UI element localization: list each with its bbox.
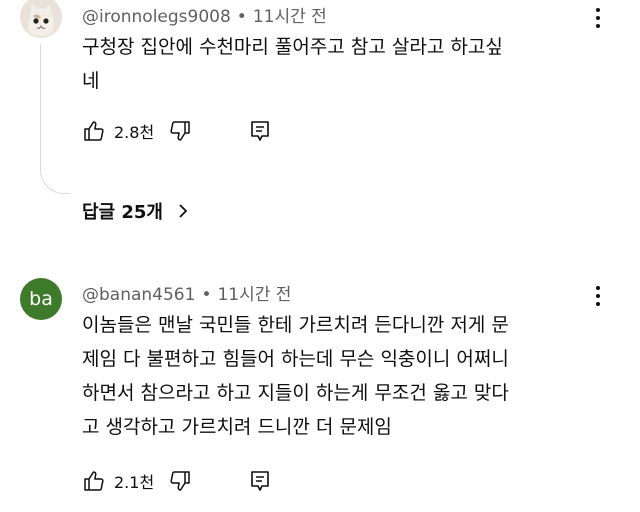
replies-count-label: 답글 25개 bbox=[82, 202, 163, 223]
dislike-button[interactable] bbox=[168, 119, 192, 143]
dislike-button[interactable] bbox=[168, 469, 192, 493]
thumbs-down-icon bbox=[170, 471, 190, 491]
comment-item: @ironnolegs9008 • 11시간 전 구청장 집안에 수천마리 풀어주고… bbox=[0, 0, 640, 245]
like-count: 2.8천 bbox=[114, 123, 155, 142]
meta-separator: • bbox=[201, 285, 212, 305]
comment-username[interactable]: @banan4561 bbox=[82, 285, 195, 305]
comment-reply-icon bbox=[251, 121, 269, 141]
view-replies-button[interactable]: 답글 25개 bbox=[82, 198, 189, 224]
thumbs-up-icon bbox=[84, 471, 104, 491]
comment-header: @ironnolegs9008 • 11시간 전 bbox=[82, 2, 327, 27]
thumbs-up-icon bbox=[84, 121, 104, 141]
comment-text: 구청장 집안에 수천마리 풀어주고 참고 살라고 하고싶 네 bbox=[82, 36, 503, 92]
comment-username[interactable]: @ironnolegs9008 bbox=[82, 7, 231, 27]
comment-actions: 2.1천 bbox=[82, 466, 272, 496]
comment-timestamp[interactable]: 11시간 전 bbox=[253, 7, 327, 27]
comment-timestamp[interactable]: 11시간 전 bbox=[217, 285, 291, 305]
more-vert-icon bbox=[592, 8, 604, 28]
reply-button[interactable] bbox=[248, 469, 272, 493]
like-count: 2.1천 bbox=[114, 473, 155, 492]
comment-header: @banan4561 • 11시간 전 bbox=[82, 280, 291, 305]
meta-separator: • bbox=[236, 7, 247, 27]
user-avatar[interactable]: ba bbox=[20, 278, 62, 320]
reply-button[interactable] bbox=[248, 119, 272, 143]
reply-thread-line bbox=[40, 44, 70, 194]
chevron-right-icon bbox=[177, 203, 189, 219]
comment-actions: 2.8천 bbox=[82, 116, 272, 146]
like-button[interactable] bbox=[82, 119, 106, 143]
more-vert-icon bbox=[592, 286, 604, 306]
user-avatar[interactable] bbox=[20, 0, 62, 38]
comment-item: ba @banan4561 • 11시간 전 이놈들은 맨날 국민들 한테 가르치려… bbox=[0, 262, 640, 512]
thumbs-down-icon bbox=[170, 121, 190, 141]
like-button[interactable] bbox=[82, 469, 106, 493]
cat-avatar-icon bbox=[20, 0, 62, 38]
comment-reply-icon bbox=[251, 471, 269, 491]
avatar-initials: ba bbox=[29, 288, 53, 310]
comment-text: 이놈들은 맨날 국민들 한테 가르치려 든다니깐 저게 문 제임 다 불편하고 … bbox=[82, 314, 509, 438]
